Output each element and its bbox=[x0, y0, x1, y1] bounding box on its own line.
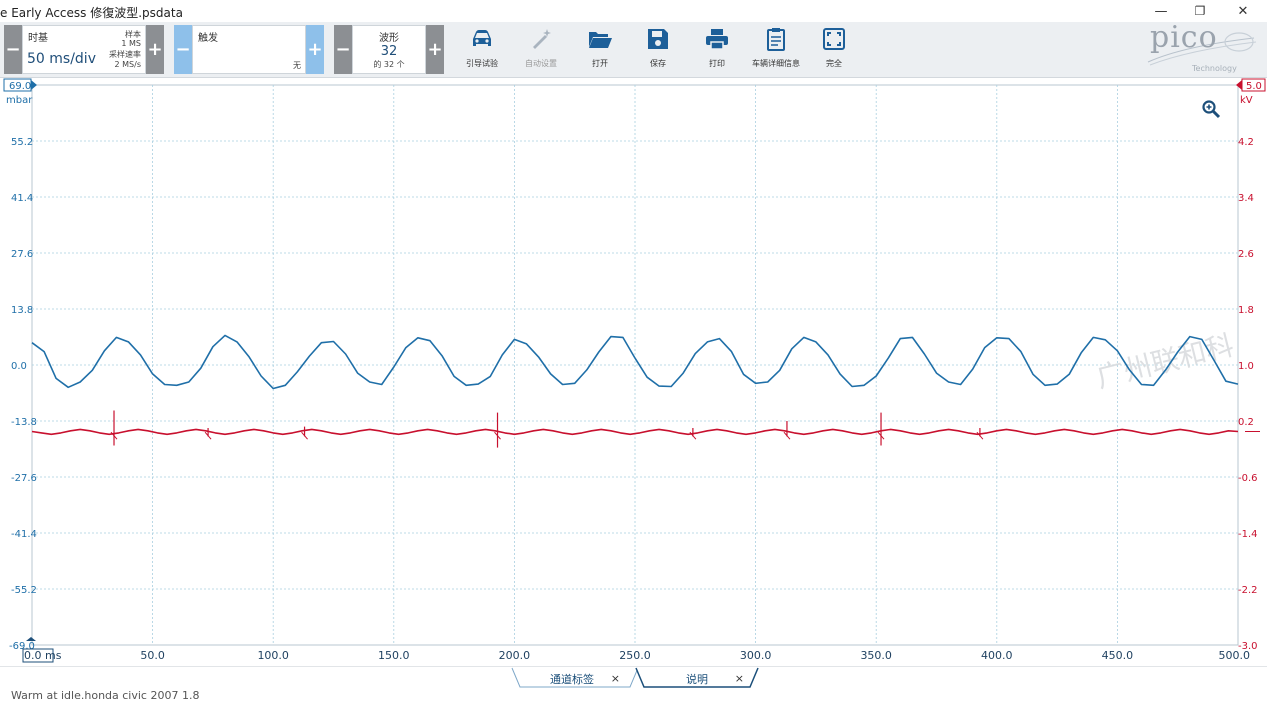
zoom-icon[interactable] bbox=[1202, 100, 1221, 119]
waveform-count: 的 32 个 bbox=[373, 60, 405, 69]
tab-channel-labels-text: 通道标签 bbox=[550, 672, 594, 686]
status-notes-text: Warm at idle.honda civic 2007 1.8 bbox=[11, 689, 200, 702]
right-axis-tick-label: -2.2 bbox=[1238, 585, 1258, 596]
save-button[interactable]: 保存 bbox=[628, 24, 688, 76]
clipboard-icon bbox=[767, 28, 785, 51]
x-axis-tick-label: 250.0 bbox=[619, 649, 651, 662]
timebase-control[interactable]: 时基 50 ms/div 样本 1 MS 采样速率 2 MS/s bbox=[22, 25, 146, 74]
open-button[interactable]: 打开 bbox=[570, 24, 630, 76]
left-axis-tick-label: 27.6 bbox=[11, 249, 33, 260]
minimize-button[interactable]: — bbox=[1139, 0, 1183, 22]
car-icon bbox=[473, 30, 491, 46]
x-axis-tick-label: 300.0 bbox=[740, 649, 772, 662]
waveform-previous-button[interactable]: − bbox=[334, 25, 352, 74]
title-bar: e Early Access 修復波型.psdata — ❐ ✕ bbox=[0, 0, 1267, 22]
print-button[interactable]: 打印 bbox=[687, 24, 747, 76]
x-axis-tick-label: 100.0 bbox=[257, 649, 289, 662]
x-axis-tick-label: 0.0 ms bbox=[24, 649, 62, 662]
right-axis-tick-label: 0.2 bbox=[1238, 417, 1254, 428]
left-axis-tick-label: 0.0 bbox=[11, 361, 27, 372]
right-axis-tick-label: -0.6 bbox=[1238, 473, 1258, 484]
timebase-decrease-button[interactable]: − bbox=[4, 25, 22, 74]
left-axis-tick-label: 41.4 bbox=[11, 193, 33, 204]
trigger-decrease-button[interactable]: − bbox=[174, 25, 192, 74]
left-axis-unit: mbar bbox=[6, 95, 33, 106]
timebase-value: 50 ms/div bbox=[27, 51, 96, 67]
fullscreen-icon bbox=[823, 28, 845, 50]
guided-test-button[interactable]: 引导试验 bbox=[452, 24, 512, 76]
guided-test-label: 引导试验 bbox=[466, 59, 498, 68]
magic-wand-icon bbox=[533, 29, 551, 49]
waveform-control[interactable]: 波形 32 的 32 个 bbox=[352, 25, 426, 74]
timebase-increase-button[interactable]: + bbox=[146, 25, 164, 74]
right-axis-tick-label: 4.2 bbox=[1238, 137, 1254, 148]
right-axis-tick-label: 2.6 bbox=[1238, 249, 1254, 260]
x-axis-tick-label: 500.0 bbox=[1219, 649, 1251, 662]
right-axis-tick-label: 1.8 bbox=[1238, 305, 1254, 316]
vehicle-details-label: 车辆详细信息 bbox=[752, 59, 800, 68]
pico-logo: pico Technology bbox=[1144, 20, 1262, 76]
left-axis-top-marker: 69.0 bbox=[9, 81, 31, 92]
tab-bar: 通道标签 × 说明 × bbox=[0, 666, 1267, 688]
x-axis-tick-label: 350.0 bbox=[860, 649, 892, 662]
left-axis-top-marker-arrow bbox=[31, 80, 37, 90]
folder-open-icon bbox=[589, 32, 612, 48]
x-axis-tick-label: 200.0 bbox=[499, 649, 531, 662]
printer-icon bbox=[706, 29, 728, 50]
right-axis-tick-label: -1.4 bbox=[1238, 529, 1258, 540]
right-axis-tick-label: 3.4 bbox=[1238, 193, 1254, 204]
sample-rate-value: 2 MS/s bbox=[114, 60, 141, 69]
left-axis-tick-label: -41.4 bbox=[11, 529, 37, 540]
fullscreen-button[interactable]: 完全 bbox=[804, 24, 864, 76]
left-axis-tick-label: 55.2 bbox=[11, 137, 33, 148]
x-axis-tick-label: 50.0 bbox=[140, 649, 165, 662]
left-axis-tick-label: -13.8 bbox=[11, 417, 37, 428]
logo-subtext: Technology bbox=[1192, 64, 1237, 73]
x-axis: 0.0 ms 50.0 100.0 150.0 200.0 250.0 300.0 350.0… bbox=[22, 648, 1251, 663]
waveform-label: 波形 bbox=[379, 33, 399, 44]
samples-value: 1 MS bbox=[121, 39, 141, 48]
timebase-label: 时基 bbox=[28, 33, 48, 44]
tab-notes-text: 说明 bbox=[686, 672, 708, 686]
x-axis-tick-label: 450.0 bbox=[1102, 649, 1134, 662]
tab-channel-labels[interactable]: 通道标签 × bbox=[524, 669, 628, 688]
print-label: 打印 bbox=[709, 59, 725, 68]
left-axis-tick-label: 13.8 bbox=[11, 305, 33, 316]
close-button[interactable]: ✕ bbox=[1221, 0, 1265, 22]
auto-setup-button[interactable]: 自动设置 bbox=[511, 24, 571, 76]
right-axis-top-marker: 5.0 bbox=[1246, 81, 1262, 92]
right-axis-top-marker-arrow bbox=[1236, 80, 1242, 90]
trigger-increase-button[interactable]: + bbox=[306, 25, 324, 74]
right-axis: 4.23.42.61.81.00.2-0.6-1.4-2.25.0kV-3.0 bbox=[1236, 78, 1266, 652]
tab-notes[interactable]: 说明 × bbox=[648, 669, 752, 688]
restore-button[interactable]: ❐ bbox=[1178, 0, 1222, 22]
waveform-next-button[interactable]: + bbox=[426, 25, 444, 74]
waveform-index: 32 bbox=[380, 44, 398, 59]
x-axis-tick-label: 150.0 bbox=[378, 649, 410, 662]
left-axis-tick-label: -55.2 bbox=[11, 585, 37, 596]
tab-notes-close-icon[interactable]: × bbox=[735, 672, 744, 685]
window-title: e Early Access 修復波型.psdata bbox=[0, 6, 183, 20]
left-axis-bottom-marker-arrow bbox=[26, 637, 36, 641]
open-label: 打开 bbox=[592, 59, 608, 68]
tab-channel-labels-close-icon[interactable]: × bbox=[611, 672, 620, 685]
chart-grid bbox=[31, 84, 1239, 646]
toolbar: − 时基 50 ms/div 样本 1 MS 采样速率 2 MS/s + − 触… bbox=[0, 20, 1267, 78]
logo-text: pico bbox=[1150, 20, 1218, 55]
right-axis-tick-label: 1.0 bbox=[1238, 361, 1254, 372]
sample-rate-label: 采样速率 bbox=[109, 50, 141, 59]
trigger-control[interactable]: 触发 无 bbox=[192, 25, 306, 74]
x-axis-tick-label: 400.0 bbox=[981, 649, 1013, 662]
save-label: 保存 bbox=[650, 59, 666, 68]
vehicle-details-button[interactable]: 车辆详细信息 bbox=[746, 24, 806, 76]
oscilloscope-chart[interactable]: 广州联和科 55.2 41.4 27.6 13.8 0.0 -13.8 -27.6 -41.4… bbox=[0, 78, 1267, 666]
trigger-mode: 无 bbox=[293, 61, 301, 70]
trigger-label: 触发 bbox=[198, 33, 218, 44]
fullscreen-label: 完全 bbox=[826, 59, 842, 68]
right-axis-unit: kV bbox=[1240, 95, 1253, 106]
auto-setup-label: 自动设置 bbox=[525, 59, 557, 68]
left-axis-tick-label: -27.6 bbox=[11, 473, 37, 484]
save-icon bbox=[648, 29, 668, 49]
